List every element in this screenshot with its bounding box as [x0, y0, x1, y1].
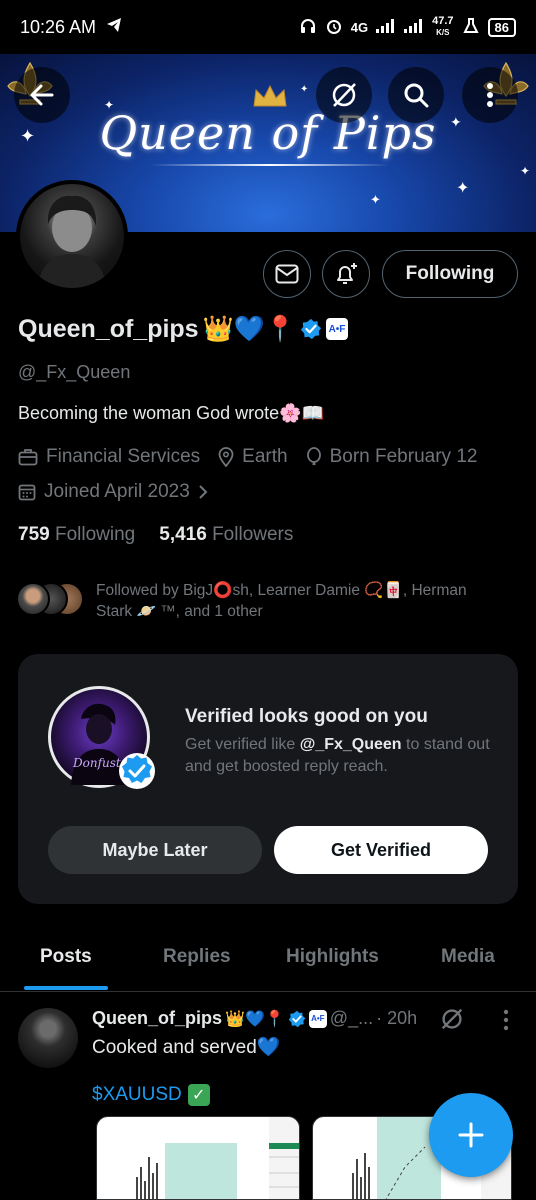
- followed-by-avatars: [16, 580, 86, 618]
- battery-indicator: 86: [487, 17, 516, 37]
- grok-icon: [441, 1008, 463, 1030]
- profile-birthday: Born February 12: [306, 446, 477, 468]
- post-image-1[interactable]: [96, 1116, 300, 1200]
- verified-badge-icon: [119, 753, 155, 789]
- back-button[interactable]: [14, 67, 70, 123]
- profile-tabs: Posts Replies Highlights Media: [0, 930, 536, 992]
- followed-by-text: Followed by BigJ⭕sh, Learner Damie 📿🀄, H…: [96, 582, 467, 620]
- profile-joined[interactable]: Joined April 2023: [18, 481, 208, 503]
- post-author-emojis: 👑💙📍: [225, 1009, 285, 1028]
- active-tab-indicator: [24, 986, 108, 990]
- status-time: 10:26 AM: [20, 16, 97, 37]
- notifications-button[interactable]: [322, 250, 370, 298]
- telegram-icon: [106, 17, 122, 38]
- avatar-portrait: [38, 195, 106, 288]
- profile-name-emojis: 👑💙📍: [202, 314, 296, 343]
- follow-counts: 759 Following 5,416 Followers: [18, 524, 293, 546]
- balloon-icon: [306, 447, 321, 466]
- location-pin-icon: [218, 447, 234, 467]
- grok-icon: [332, 83, 356, 107]
- post-text: Cooked and served💙: [92, 1037, 281, 1058]
- following-count[interactable]: 759 Following: [18, 524, 135, 546]
- followers-count[interactable]: 5,416 Followers: [159, 524, 293, 546]
- tab-replies[interactable]: Replies: [163, 946, 231, 968]
- banner-underline: [150, 164, 390, 166]
- briefcase-icon: [18, 449, 38, 466]
- arrow-left-icon: [30, 84, 54, 106]
- search-button[interactable]: [388, 67, 444, 123]
- star-icon: ✦: [456, 180, 470, 197]
- signal-icon-2: [404, 18, 424, 36]
- plus-icon: [458, 1122, 484, 1148]
- alarm-icon: [325, 17, 343, 38]
- profile-joined-row[interactable]: Joined April 2023: [18, 481, 218, 503]
- profile-avatar[interactable]: [16, 180, 128, 292]
- verified-badge-icon: [288, 1010, 306, 1027]
- affiliate-badge: A•F: [308, 1009, 327, 1028]
- affiliate-badge[interactable]: A•F: [325, 318, 348, 340]
- calendar-icon: [18, 484, 36, 501]
- flask-icon: [462, 17, 480, 38]
- tab-highlights[interactable]: Highlights: [286, 946, 379, 968]
- check-mark-emoji: ✓: [187, 1084, 210, 1106]
- network-type: 4G: [350, 19, 369, 35]
- following-button[interactable]: Following: [382, 250, 518, 298]
- followed-by[interactable]: Followed by BigJ⭕sh, Learner Damie 📿🀄, H…: [16, 580, 496, 622]
- trading-chart-image: [136, 1117, 299, 1199]
- envelope-icon: [275, 264, 299, 284]
- promo-description: Get verified like @_Fx_Queen to stand ou…: [185, 736, 490, 775]
- cashtag-link[interactable]: $XAUUSD: [92, 1084, 182, 1106]
- maybe-later-button[interactable]: Maybe Later: [48, 826, 262, 874]
- verified-promo-card: Donfuster Verified looks good on you Get…: [18, 654, 518, 904]
- headphones-icon: [299, 17, 317, 38]
- profile-handle: @_Fx_Queen: [18, 362, 131, 382]
- profile-category: Financial Services: [18, 446, 200, 468]
- star-icon: ✦: [300, 84, 309, 95]
- post-cashtag-row: $XAUUSD ✓: [92, 1084, 210, 1106]
- tab-posts[interactable]: Posts: [40, 946, 92, 968]
- profile-name: Queen_of_pips: [18, 314, 199, 343]
- profile-meta-row: Financial Services Earth Born February 1…: [18, 446, 487, 468]
- more-options-button[interactable]: [462, 67, 518, 123]
- profile-bio: Becoming the woman God wrote🌸📖: [18, 403, 324, 423]
- chevron-right-icon: [199, 485, 208, 499]
- star-icon: ✦: [520, 164, 531, 178]
- post-author-handle: @_...: [329, 1008, 374, 1028]
- message-button[interactable]: [263, 250, 311, 298]
- compose-post-button[interactable]: [429, 1093, 513, 1177]
- search-icon: [404, 83, 429, 108]
- post-time: · 20h: [376, 1008, 418, 1028]
- tab-media[interactable]: Media: [441, 946, 495, 968]
- post-grok-button[interactable]: [438, 1005, 466, 1038]
- get-verified-button[interactable]: Get Verified: [274, 826, 488, 874]
- network-speed: 47.7 K/S: [432, 15, 454, 38]
- banner-title: Queen of Pips: [99, 106, 437, 160]
- grok-button[interactable]: [316, 67, 372, 123]
- avatar: [16, 582, 50, 616]
- status-bar: 10:26 AM 4G 47.7 K/S 86: [0, 0, 536, 54]
- profile-name-row: Queen_of_pips 👑💙📍 A•F: [18, 314, 348, 344]
- profile-location: Earth: [218, 446, 288, 468]
- post-avatar[interactable]: [18, 1008, 78, 1068]
- star-icon: ✦: [370, 192, 381, 207]
- promo-title: Verified looks good on you: [185, 706, 428, 727]
- post-more-button[interactable]: [502, 1008, 510, 1037]
- signal-icon: [376, 18, 396, 36]
- post-author-name[interactable]: Queen_of_pips: [92, 1008, 222, 1029]
- more-vertical-icon: [487, 83, 493, 107]
- bell-plus-icon: [337, 263, 357, 284]
- verified-badge-icon[interactable]: [300, 318, 322, 340]
- more-vertical-icon: [503, 1009, 509, 1031]
- post-header: Queen_of_pips 👑💙📍 A•F @_... · 20h: [92, 1008, 417, 1029]
